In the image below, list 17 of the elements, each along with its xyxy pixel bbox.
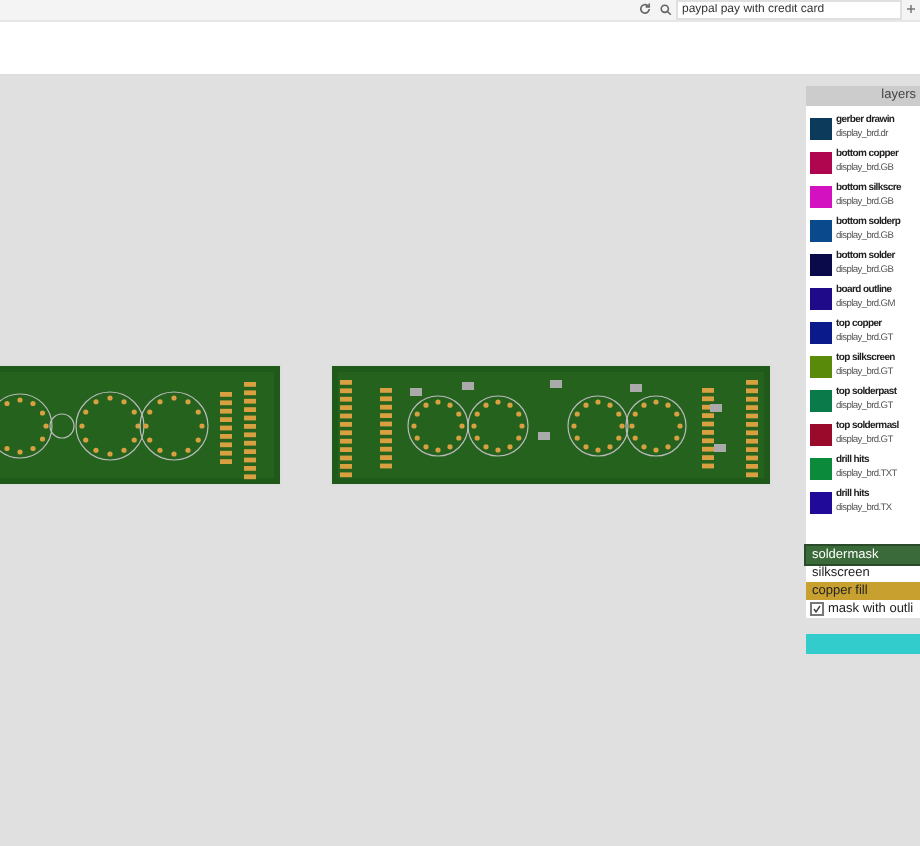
layer-color-swatch[interactable] <box>810 253 832 275</box>
layer-color-swatch[interactable] <box>810 321 832 343</box>
layer-color-swatch[interactable] <box>810 457 832 479</box>
status-bar <box>806 634 920 654</box>
layer-color-swatch[interactable] <box>810 389 832 411</box>
layer-color-swatch[interactable] <box>810 423 832 445</box>
layer-color-swatch[interactable] <box>810 219 832 241</box>
reload-icon <box>638 1 652 15</box>
layer-color-swatch[interactable] <box>810 355 832 377</box>
layer-color-swatch[interactable] <box>810 491 832 513</box>
expand-icon[interactable] <box>906 3 916 17</box>
layer-color-swatch[interactable] <box>810 185 832 207</box>
reload-button[interactable] <box>638 1 652 19</box>
layer-color-swatch[interactable] <box>810 117 832 139</box>
layer-color-swatch[interactable] <box>810 151 832 173</box>
layer-color-swatch[interactable] <box>810 287 832 309</box>
search-icon <box>660 4 672 16</box>
